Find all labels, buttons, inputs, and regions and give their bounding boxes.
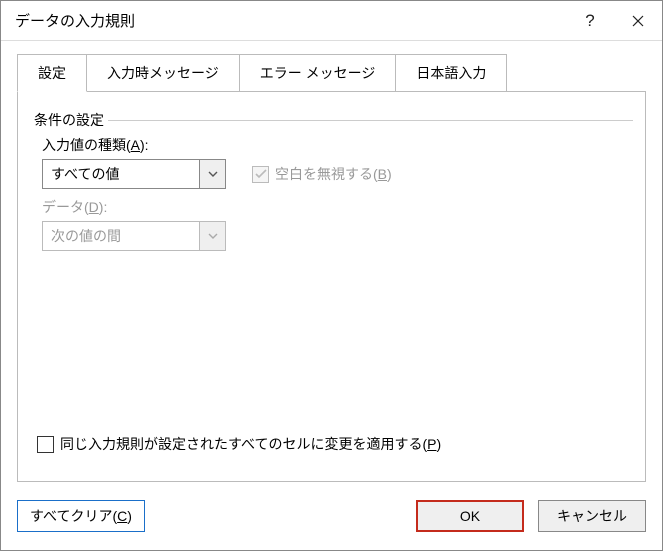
- cancel-button[interactable]: キャンセル: [538, 500, 646, 532]
- content-area: 設定 入力時メッセージ エラー メッセージ 日本語入力 条件の設定 入力値の種類…: [1, 41, 662, 500]
- check-icon: [255, 169, 267, 179]
- apply-all-label: 同じ入力規則が設定されたすべてのセルに変更を適用する(P): [60, 434, 441, 454]
- ignore-blank-row: 空白を無視する(B): [252, 164, 392, 184]
- apply-all-row: 同じ入力規則が設定されたすべてのセルに変更を適用する(P): [37, 434, 646, 454]
- tab-error-alert[interactable]: エラー メッセージ: [239, 54, 397, 92]
- data-select: 次の値の間: [42, 221, 226, 251]
- chevron-down-icon: [208, 233, 218, 239]
- data-select-value: 次の値の間: [43, 222, 199, 250]
- close-icon: [632, 15, 644, 27]
- allow-dropdown-button[interactable]: [199, 160, 225, 188]
- tab-strip: 設定 入力時メッセージ エラー メッセージ 日本語入力: [17, 53, 646, 91]
- data-label: データ(D):: [42, 197, 633, 217]
- ok-button[interactable]: OK: [416, 500, 524, 532]
- fieldset-label: 条件の設定: [30, 112, 108, 128]
- tab-panel-settings: 条件の設定 入力値の種類(A): すべての値 空白を無視する(B): [17, 91, 646, 482]
- tab-settings[interactable]: 設定: [17, 54, 87, 92]
- clear-all-button[interactable]: すべてクリア(C): [17, 500, 145, 532]
- footer: すべてクリア(C) OK キャンセル: [1, 500, 662, 550]
- chevron-down-icon: [208, 171, 218, 177]
- tab-ime-mode[interactable]: 日本語入力: [395, 54, 507, 92]
- tab-input-message[interactable]: 入力時メッセージ: [86, 54, 240, 92]
- data-dropdown-button: [199, 222, 225, 250]
- close-button[interactable]: [614, 1, 662, 41]
- apply-all-checkbox[interactable]: [37, 436, 54, 453]
- window-title: データの入力規則: [15, 10, 566, 31]
- dialog-window: データの入力規則 ? 設定 入力時メッセージ エラー メッセージ 日本語入力 条…: [0, 0, 663, 551]
- ignore-blank-checkbox: [252, 166, 269, 183]
- fieldset-divider: [108, 120, 633, 121]
- help-button[interactable]: ?: [566, 1, 614, 41]
- allow-select-value: すべての値: [43, 160, 199, 188]
- titlebar: データの入力規則 ?: [1, 1, 662, 41]
- allow-label: 入力値の種類(A):: [42, 135, 633, 155]
- allow-select[interactable]: すべての値: [42, 159, 226, 189]
- ignore-blank-label: 空白を無視する(B): [275, 164, 392, 184]
